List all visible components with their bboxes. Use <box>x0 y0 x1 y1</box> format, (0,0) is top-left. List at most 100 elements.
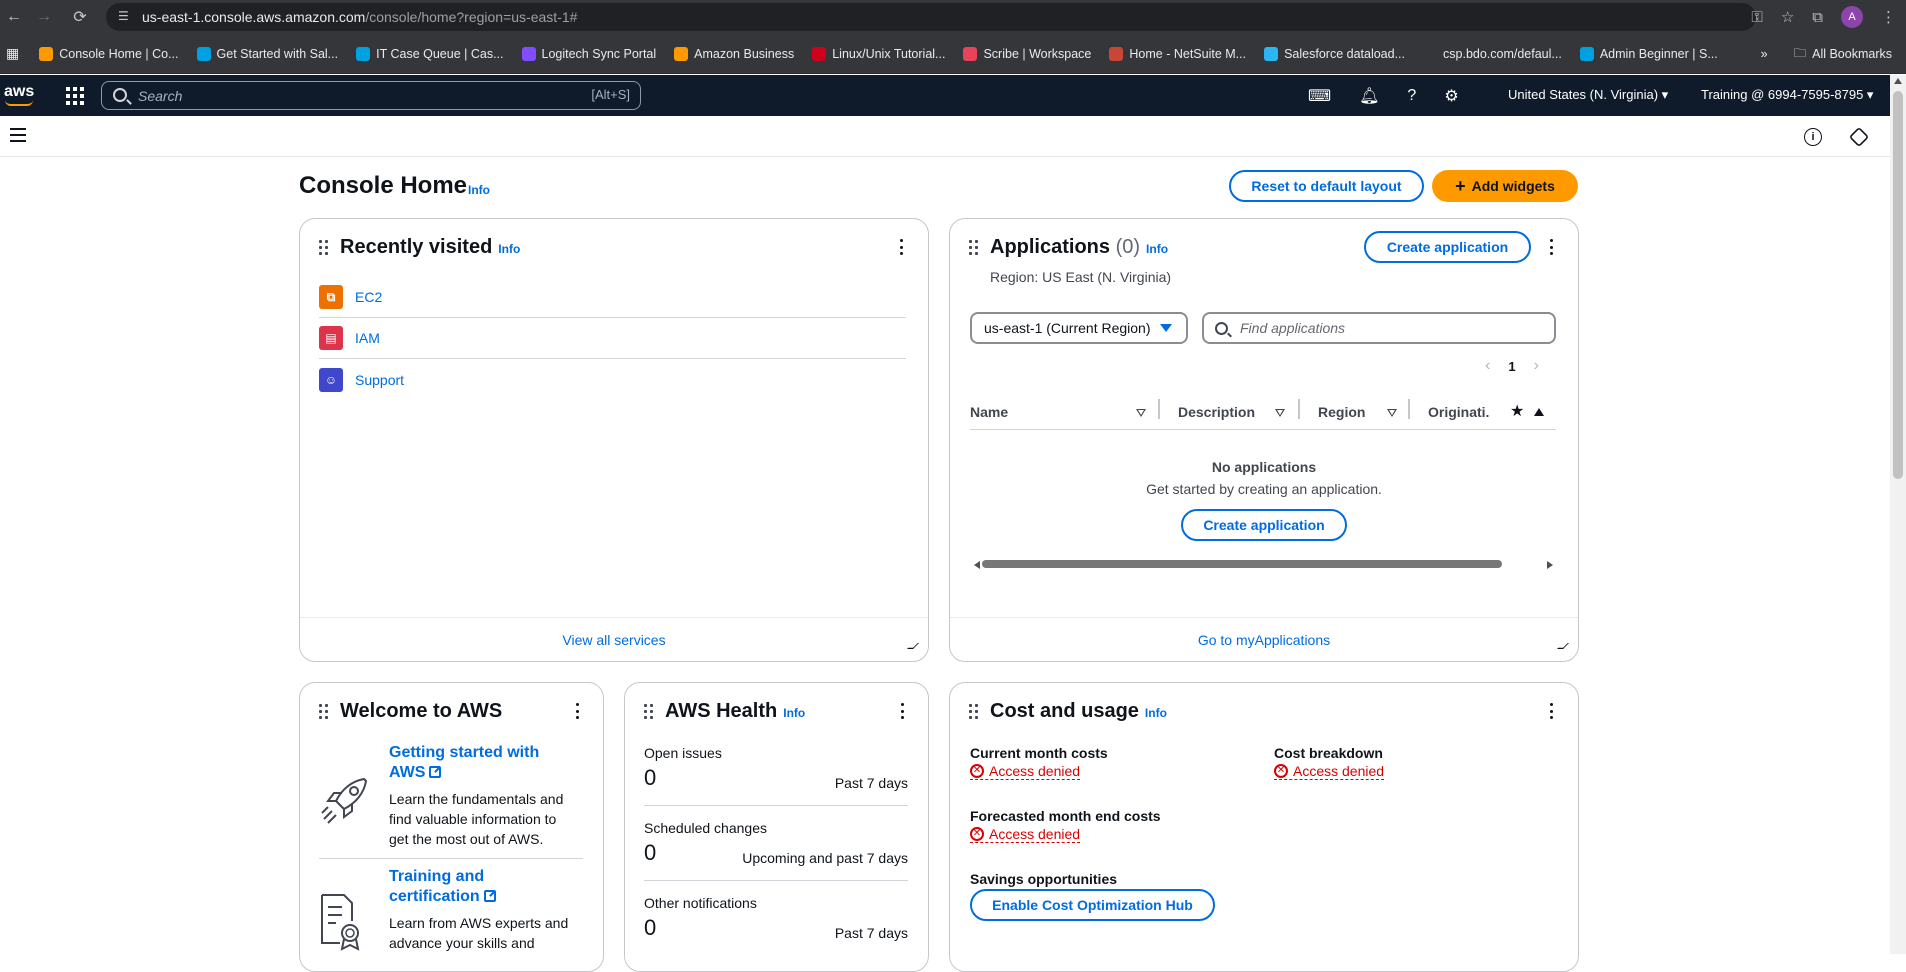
account-menu[interactable]: Training @ 6994-7595-8795 ▾ <box>1701 87 1873 103</box>
column-divider[interactable] <box>1298 399 1300 419</box>
widget-menu-icon[interactable] <box>900 239 904 255</box>
drag-handle-icon[interactable] <box>644 704 654 720</box>
services-menu-icon[interactable] <box>66 87 84 105</box>
reset-layout-button[interactable]: Reset to default layout <box>1229 170 1424 202</box>
widget-menu-icon[interactable] <box>1550 239 1554 255</box>
drag-handle-icon[interactable] <box>969 704 979 720</box>
bookmark-item[interactable]: Get Started with Sal... <box>196 46 338 61</box>
region-selector[interactable]: United States (N. Virginia) ▾ <box>1508 87 1668 103</box>
column-header-description[interactable]: Description <box>1178 404 1255 420</box>
info-link[interactable]: Info <box>1145 706 1167 720</box>
enable-cost-optimization-button[interactable]: Enable Cost Optimization Hub <box>970 889 1215 921</box>
bookmark-item[interactable]: IT Case Queue | Cas... <box>356 46 504 61</box>
widget-menu-icon[interactable] <box>1550 703 1554 719</box>
notifications-bell-icon[interactable]: 🔔︎ <box>1359 86 1379 106</box>
bookmark-item[interactable]: Linux/Unix Tutorial... <box>812 46 945 61</box>
column-divider[interactable] <box>1408 399 1410 419</box>
reload-icon[interactable]: ⟳ <box>66 3 94 31</box>
widget-menu-icon[interactable] <box>576 703 580 719</box>
scroll-thumb[interactable] <box>1893 91 1903 479</box>
recent-service-support[interactable]: ☺ Support <box>319 359 906 400</box>
drag-handle-icon[interactable] <box>319 704 329 720</box>
bookmark-item[interactable]: csp.bdo.com/defaul... <box>1423 46 1562 61</box>
go-to-myapplications-link[interactable]: Go to myApplications <box>950 617 1578 661</box>
info-link[interactable]: Info <box>783 706 805 720</box>
info-link[interactable]: Info <box>1146 242 1168 256</box>
help-icon[interactable]: ? <box>1407 87 1416 105</box>
bookmark-item[interactable]: Console Home | Co... <box>39 46 179 61</box>
region-select[interactable]: us-east-1 (Current Region) <box>970 312 1188 344</box>
info-link[interactable]: Info <box>498 242 520 256</box>
sort-icon[interactable] <box>1275 409 1285 417</box>
create-application-button[interactable]: Create application <box>1364 231 1531 263</box>
search-icon <box>1215 322 1228 335</box>
sort-icon[interactable] <box>1387 409 1397 417</box>
recent-service-iam[interactable]: ▤ IAM <box>319 318 906 359</box>
page-scrollbar[interactable] <box>1890 75 1906 954</box>
address-bar[interactable]: ☰ us-east-1.console.aws.amazon.com/conso… <box>106 3 1756 31</box>
open-issues-count[interactable]: 0 <box>644 765 656 791</box>
current-month-access-denied[interactable]: ✕ Access denied <box>970 763 1081 780</box>
table-horizontal-scrollbar[interactable] <box>976 560 1556 568</box>
view-all-services-link[interactable]: View all services <box>300 617 928 661</box>
column-divider[interactable] <box>1158 399 1160 419</box>
bookmark-item[interactable]: Amazon Business <box>674 46 794 61</box>
back-icon[interactable]: ← <box>0 3 28 31</box>
scroll-right-icon[interactable] <box>1547 561 1553 569</box>
column-header-region[interactable]: Region <box>1318 404 1365 420</box>
info-panel-icon[interactable]: i <box>1804 128 1822 146</box>
other-notifications-count[interactable]: 0 <box>644 915 656 941</box>
page-number[interactable]: 1 <box>1508 359 1515 374</box>
current-month-costs-label: Current month costs <box>970 745 1108 761</box>
bookmark-label: Salesforce dataload... <box>1284 46 1406 61</box>
recent-service-label[interactable]: IAM <box>355 330 380 346</box>
bookmark-label: Home - NetSuite M... <box>1129 46 1247 61</box>
aws-search-input[interactable]: Search [Alt+S] <box>101 81 641 110</box>
bookmark-item[interactable]: Logitech Sync Portal <box>521 46 656 61</box>
divider <box>644 805 908 806</box>
favorite-star-icon[interactable]: ★ <box>1510 401 1524 421</box>
sort-icon[interactable] <box>1136 409 1146 417</box>
more-bookmarks-icon[interactable]: » <box>1761 47 1768 61</box>
apps-grid-icon[interactable]: ▦ <box>6 45 19 62</box>
add-widgets-button[interactable]: + Add widgets <box>1432 170 1578 202</box>
drag-handle-icon[interactable] <box>969 240 979 256</box>
horizontal-scroll-thumb[interactable] <box>982 560 1502 568</box>
forward-icon[interactable]: → <box>30 3 58 31</box>
scheduled-changes-count[interactable]: 0 <box>644 840 656 866</box>
find-applications-input[interactable]: Find applications <box>1202 312 1556 344</box>
column-header-name[interactable]: Name <box>970 404 1008 420</box>
drag-handle-icon[interactable] <box>319 240 329 256</box>
aws-logo[interactable]: aws <box>4 83 36 107</box>
recent-service-label[interactable]: EC2 <box>355 289 382 305</box>
recent-service-ec2[interactable]: ⧉ EC2 <box>319 277 906 318</box>
scroll-up-icon[interactable] <box>1894 78 1902 84</box>
bookmark-item[interactable]: Scribe | Workspace <box>963 46 1091 61</box>
side-nav-menu-icon[interactable] <box>10 128 26 142</box>
prev-page-icon[interactable]: ‹ <box>1485 357 1490 375</box>
getting-started-link[interactable]: Getting started with AWS <box>389 743 549 783</box>
site-info-icon[interactable]: ☰ <box>118 9 134 25</box>
chrome-menu-icon[interactable]: ⋮ <box>1881 8 1896 26</box>
training-certification-link[interactable]: Training and certification <box>389 867 549 907</box>
forecast-access-denied[interactable]: ✕ Access denied <box>970 826 1081 843</box>
column-header-origination[interactable]: Originati... <box>1428 404 1490 420</box>
bookmark-item[interactable]: Admin Beginner | S... <box>1579 46 1718 61</box>
settings-gear-icon[interactable]: ⚙ <box>1444 86 1458 106</box>
profile-avatar[interactable]: A <box>1841 6 1863 28</box>
bookmark-star-icon[interactable]: ☆ <box>1781 8 1794 26</box>
extensions-icon[interactable]: ⧉ <box>1812 9 1823 26</box>
cost-breakdown-access-denied[interactable]: ✕ Access denied <box>1274 763 1385 780</box>
bookmark-item[interactable]: Salesforce dataload... <box>1264 46 1406 61</box>
recent-service-label[interactable]: Support <box>355 372 404 388</box>
empty-create-application-button[interactable]: Create application <box>1181 509 1347 541</box>
all-bookmarks-folder[interactable]: 🗀 All Bookmarks <box>1794 44 1892 65</box>
widget-menu-icon[interactable] <box>901 703 905 719</box>
password-key-icon[interactable]: ⚿ <box>1751 9 1762 26</box>
security-hub-icon[interactable] <box>1848 126 1870 148</box>
bookmark-item[interactable]: Home - NetSuite M... <box>1109 46 1247 61</box>
next-page-icon[interactable]: › <box>1534 357 1539 375</box>
sort-up-icon[interactable] <box>1534 408 1544 416</box>
page-info-link[interactable]: Info <box>468 183 490 197</box>
cloudshell-icon[interactable]: ⌨ <box>1308 86 1331 106</box>
